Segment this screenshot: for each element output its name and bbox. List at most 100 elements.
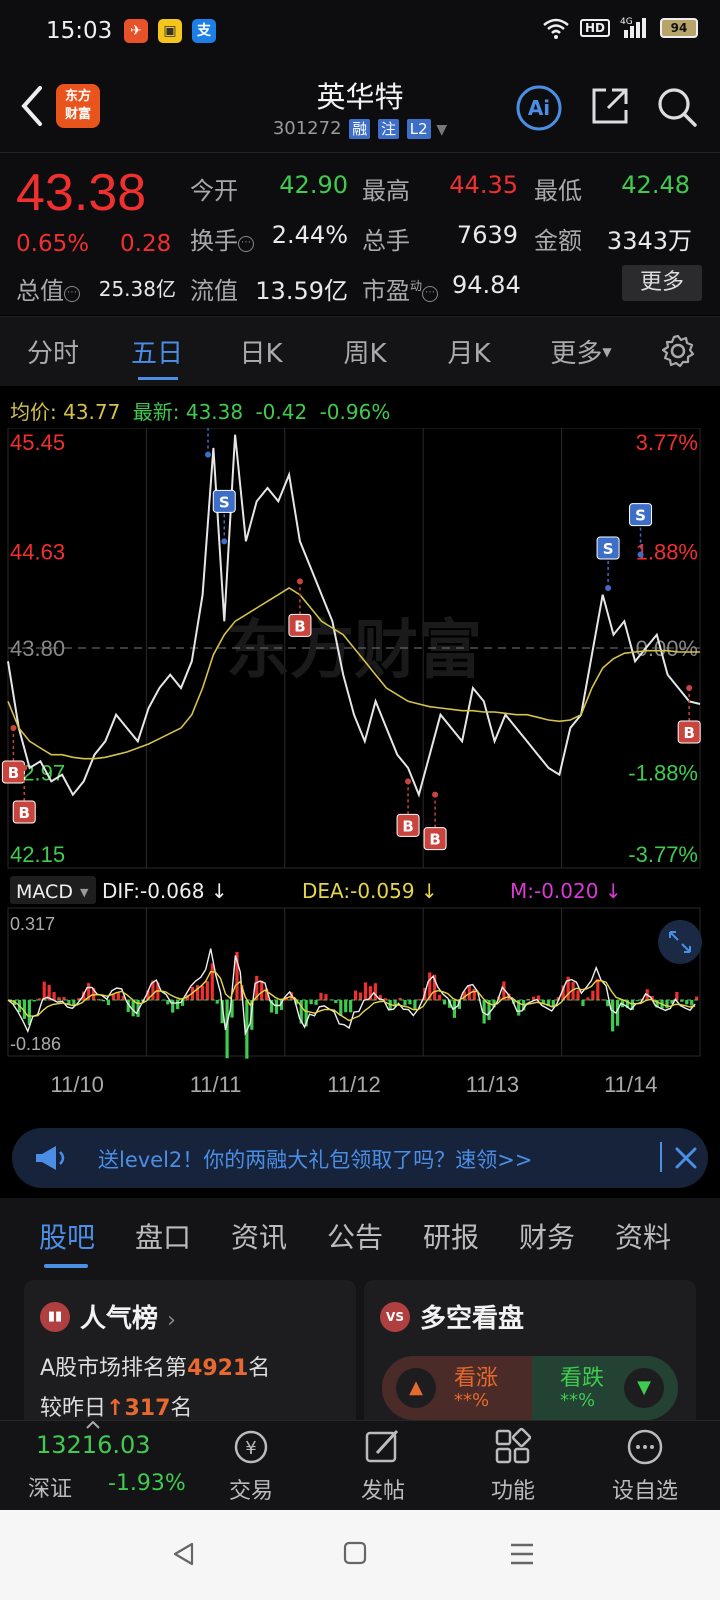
macd-histogram-bar <box>418 999 422 1001</box>
system-nav-bar <box>0 1510 720 1600</box>
margin-tag: 融 <box>349 119 371 139</box>
tab-stock-forum[interactable]: 股吧 <box>22 1216 112 1256</box>
vs-icon: VS <box>380 1302 410 1332</box>
sell-marker-dot <box>221 538 228 545</box>
macd-histogram-bar <box>274 1000 279 1014</box>
bull-value: **% <box>454 1390 490 1411</box>
watermark: 东方财富 <box>226 614 482 688</box>
index-change-pct: -1.93% <box>108 1471 186 1496</box>
macd-dea: DEA:-0.059 ↓ <box>302 879 438 903</box>
macd-histogram-bar <box>176 1000 180 1010</box>
ai-assistant-icon[interactable]: Ai <box>515 84 563 132</box>
tab-order-book[interactable]: 盘口 <box>118 1216 208 1256</box>
buy-marker-label: B <box>19 804 30 822</box>
macd-histogram-bar <box>408 1000 412 1005</box>
chart-bar-icon: ▮▮ <box>40 1302 70 1332</box>
turnover-value: 2.44% <box>271 221 348 249</box>
arrow-up-icon: ▲ <box>396 1368 436 1408</box>
bear-value: **% <box>560 1390 596 1411</box>
sell-marker-dot <box>205 451 212 458</box>
macd-histogram-bar <box>373 983 377 1001</box>
volume-value: 7639 <box>456 221 518 249</box>
tab-financials[interactable]: 财务 <box>502 1216 592 1256</box>
turnover-label[interactable]: 换手 ⋯ <box>190 221 254 256</box>
search-icon[interactable] <box>656 86 698 128</box>
megaphone-icon <box>36 1146 65 1170</box>
sell-marker-dot <box>637 551 644 558</box>
index-value[interactable]: 13216.03 <box>36 1431 151 1459</box>
gear-icon[interactable] <box>660 333 696 369</box>
macd-histogram-bar <box>32 1000 36 1002</box>
macd-histogram-bar <box>596 978 600 1001</box>
nav-back-icon[interactable] <box>170 1540 198 1568</box>
rank-suffix: 名 <box>248 1356 271 1381</box>
functions-label: 功能 <box>490 1479 535 1504</box>
tab-monthly-k[interactable]: 月K <box>424 333 514 370</box>
latest-label: 最新: <box>132 400 180 424</box>
market-cap-value: 25.38亿 <box>98 277 176 301</box>
macd-histogram-bar <box>309 1000 313 1005</box>
edit-icon <box>365 1429 399 1463</box>
share-icon[interactable] <box>590 86 630 126</box>
market-cap-label[interactable]: 总值 ⋯ <box>16 271 80 306</box>
more-quote-button[interactable]: 更多 <box>622 265 702 301</box>
pe-label[interactable]: 市盈动 ⋯ <box>362 271 439 306</box>
high-value: 44.35 <box>449 171 518 199</box>
open-label: 今开 <box>190 177 238 205</box>
functions-button[interactable]: 功能 <box>458 1427 568 1505</box>
avg-label: 均价: <box>10 400 57 424</box>
macd-dif: DIF:-0.068 ↓ <box>102 879 228 903</box>
popularity-card[interactable]: ▮▮ 人气榜 › A股市场排名第4921名 较昨日↑317名 <box>24 1280 356 1430</box>
tab-daily-k[interactable]: 日K <box>216 333 306 370</box>
macd-m: M:-0.020 ↓ <box>510 879 622 903</box>
vote-bull-button[interactable]: ▲ 看涨 **% <box>382 1356 532 1420</box>
macd-histogram-bar <box>339 1000 343 1016</box>
close-icon[interactable] <box>674 1146 698 1170</box>
add-watchlist-button[interactable]: 设自选 <box>590 1427 700 1505</box>
post-button[interactable]: 发帖 <box>328 1427 438 1505</box>
tab-five-day[interactable]: 五日 <box>112 333 202 370</box>
macd-histogram-bar <box>363 982 368 1001</box>
macd-histogram-bar <box>205 981 209 1001</box>
y-right-label: -1.88% <box>628 761 698 786</box>
quote-panel: 43.38 0.65% 0.28 今开 42.90 最高 44.35 最低 42… <box>0 152 720 315</box>
chevron-up-icon[interactable] <box>86 1421 100 1429</box>
promo-banner[interactable]: 送level2！你的两融大礼包领取了吗？速领>> <box>12 1128 708 1188</box>
macd-histogram-bar <box>413 1000 417 1010</box>
expand-icon[interactable] <box>658 920 702 964</box>
tab-weekly-k[interactable]: 周K <box>320 333 410 370</box>
stock-header: 东方 财富 英华特 301272 融 注 L2 ▼ Ai <box>0 64 720 152</box>
buy-marker-dot <box>10 725 17 731</box>
bull-bear-title: 多空看盘 <box>420 1304 525 1334</box>
nav-home-icon[interactable] <box>342 1540 368 1566</box>
tab-announcements[interactable]: 公告 <box>310 1216 400 1256</box>
sell-marker-label: S <box>219 493 230 511</box>
five-day-chart[interactable]: 东方财富45.4544.6343.8042.9742.153.77%1.88%0… <box>0 428 720 1108</box>
macd-histogram-bar <box>472 988 476 1001</box>
y-right-label: 1.88% <box>636 539 698 564</box>
tab-research[interactable]: 研报 <box>406 1216 496 1256</box>
macd-bottom-label: -0.186 <box>10 1034 61 1054</box>
tab-more[interactable]: 更多▼ <box>536 333 626 370</box>
status-time: 15:03 <box>46 18 113 44</box>
tab-more-label: 更多 <box>550 339 603 369</box>
macd-histogram-bar <box>581 1000 585 1007</box>
tab-profile[interactable]: 资料 <box>598 1216 688 1256</box>
y-right-label: 3.77% <box>636 430 698 455</box>
battery-icon: 94 <box>660 18 698 38</box>
macd-histogram-bar <box>314 1000 318 1005</box>
weather-app-icon: ✈ <box>124 19 148 43</box>
trade-button[interactable]: ¥ 交易 <box>196 1427 306 1505</box>
high-label: 最高 <box>362 177 410 205</box>
tab-intraday[interactable]: 分时 <box>8 333 98 370</box>
float-cap-label: 流值 <box>190 277 238 305</box>
vote-bear-button[interactable]: 看跌 **% ▼ <box>532 1356 678 1420</box>
tab-news[interactable]: 资讯 <box>214 1216 304 1256</box>
float-cap-value: 13.59亿 <box>255 277 348 305</box>
latest-value: 43.38 <box>185 400 244 424</box>
nav-menu-icon[interactable] <box>508 1540 536 1568</box>
arrow-down-icon: ▼ <box>624 1368 664 1408</box>
macd-histogram-bar <box>344 1000 348 1013</box>
banner-text: 送level2！你的两融大礼包领取了吗？速领>> <box>98 1148 533 1172</box>
bull-bear-card[interactable]: VS 多空看盘 ▲ 看涨 **% 看跌 **% ▼ <box>364 1280 696 1430</box>
